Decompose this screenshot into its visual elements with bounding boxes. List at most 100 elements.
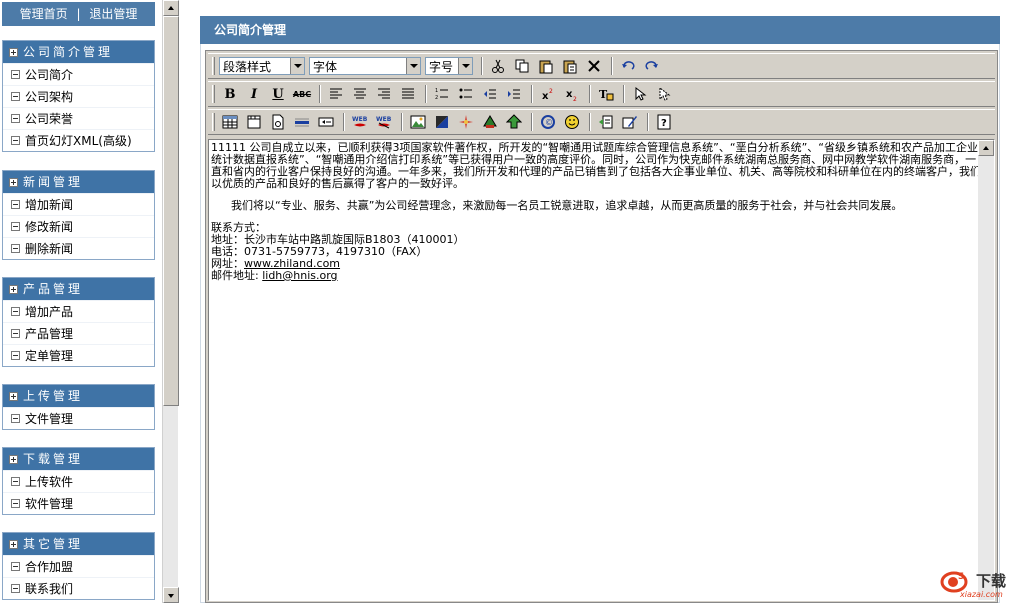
special-char-icon: © xyxy=(541,115,555,129)
subscript-icon: x2 xyxy=(566,89,577,102)
page-title: 公司简介管理 xyxy=(200,16,1000,44)
expand-icon xyxy=(9,47,18,57)
horizontal-rule-button[interactable] xyxy=(291,112,313,132)
email-link[interactable]: lidh@hnis.org xyxy=(262,269,337,282)
toolbar-separator xyxy=(611,57,613,75)
insert-marquee-button[interactable] xyxy=(315,112,337,132)
chevron-down-icon xyxy=(406,58,420,74)
remove-format-button[interactable]: T xyxy=(595,84,617,104)
editor-content[interactable]: 11111 公司自成立以来，已顺利获得3项国家软件著作权，所开发的“智嘲通用试题… xyxy=(211,142,981,282)
align-center-button[interactable] xyxy=(349,84,371,104)
unordered-list-button[interactable] xyxy=(455,84,477,104)
chevron-down-icon xyxy=(290,58,304,74)
align-left-button[interactable] xyxy=(325,84,347,104)
import-word-button[interactable] xyxy=(595,112,617,132)
expand-icon xyxy=(9,391,18,401)
delete-button[interactable] xyxy=(583,56,605,76)
paste-button[interactable] xyxy=(535,56,557,76)
select-pointer-button[interactable] xyxy=(629,84,651,104)
menu-item-manage-products[interactable]: 产品管理 xyxy=(3,322,154,344)
undo-button[interactable] xyxy=(617,56,639,76)
menu-header[interactable]: 公司简介管理 xyxy=(3,41,154,63)
scroll-up-arrow-icon[interactable] xyxy=(163,0,179,16)
paste-text-button[interactable] xyxy=(559,56,581,76)
rich-text-editor: 段落样式 字体 字号 B I U ABC 1 2 x 2 x 2 T WEB W… xyxy=(205,50,998,603)
menu-header[interactable]: 新闻管理 xyxy=(3,171,154,193)
menu-item-company-honors[interactable]: 公司荣誉 xyxy=(3,107,154,129)
editor-toolbar-row-2: B I U ABC 12 x2 x2 T xyxy=(208,81,995,107)
menu-item-software-management[interactable]: 软件管理 xyxy=(3,492,154,514)
scroll-thumb[interactable] xyxy=(163,16,179,406)
scroll-up-arrow-icon[interactable] xyxy=(978,140,994,156)
indent-button[interactable] xyxy=(503,84,525,104)
svg-text:WEB: WEB xyxy=(352,116,368,123)
bold-button[interactable]: B xyxy=(219,84,241,104)
menu-header[interactable]: 上传管理 xyxy=(3,385,154,407)
help-button[interactable]: ? xyxy=(653,112,675,132)
cut-button[interactable] xyxy=(487,56,509,76)
insert-flash-button[interactable] xyxy=(431,112,453,132)
logout-link[interactable]: 退出管理 xyxy=(89,7,137,21)
toolbar-separator xyxy=(623,85,625,103)
menu-item-add-news[interactable]: 增加新闻 xyxy=(3,193,154,215)
copy-button[interactable] xyxy=(511,56,533,76)
underline-button[interactable]: U xyxy=(267,84,289,104)
menu-item-company-structure[interactable]: 公司架构 xyxy=(3,85,154,107)
menu-item-upload-software[interactable]: 上传软件 xyxy=(3,470,154,492)
upload-icon xyxy=(506,114,522,129)
menu-item-edit-news[interactable]: 修改新闻 xyxy=(3,215,154,237)
strikethrough-button[interactable]: ABC xyxy=(291,84,313,104)
insert-web-link-button[interactable]: WEB xyxy=(349,112,371,132)
menu-item-delete-news[interactable]: 删除新闻 xyxy=(3,237,154,259)
redo-button[interactable] xyxy=(641,56,663,76)
admin-home-link[interactable]: 管理首页 xyxy=(20,7,68,21)
outdent-button[interactable] xyxy=(479,84,501,104)
insert-media-button[interactable] xyxy=(455,112,477,132)
editor-scrollbar[interactable] xyxy=(978,140,994,600)
menu-item-contact-us[interactable]: 联系我们 xyxy=(3,577,154,599)
insert-image-button[interactable] xyxy=(407,112,429,132)
insert-frame-button[interactable] xyxy=(243,112,265,132)
subscript-button[interactable]: x2 xyxy=(561,84,583,104)
menu-item-partnership[interactable]: 合作加盟 xyxy=(3,555,154,577)
insert-table-button[interactable] xyxy=(219,112,241,132)
menu-item-file-management[interactable]: 文件管理 xyxy=(3,407,154,429)
collapse-icon xyxy=(11,114,20,123)
edit-source-button[interactable] xyxy=(619,112,641,132)
upload-file-button[interactable] xyxy=(503,112,525,132)
editor-content-area[interactable]: 11111 公司自成立以来，已顺利获得3项国家软件著作权，所开发的“智嘲通用试题… xyxy=(208,139,995,601)
special-chars-button[interactable]: © xyxy=(537,112,559,132)
insert-realplayer-button[interactable] xyxy=(479,112,501,132)
left-frame-scrollbar[interactable] xyxy=(162,0,179,603)
font-select[interactable]: 字体 xyxy=(309,57,421,75)
absolute-position-button[interactable] xyxy=(653,84,675,104)
ordered-list-button[interactable]: 12 xyxy=(431,84,453,104)
pointer-dashed-icon xyxy=(659,86,671,101)
italic-button[interactable]: I xyxy=(243,84,265,104)
scroll-down-arrow-icon[interactable] xyxy=(163,587,179,603)
svg-text:WEB: WEB xyxy=(376,116,392,123)
insert-file-button[interactable] xyxy=(267,112,289,132)
menu-header[interactable]: 其它管理 xyxy=(3,533,154,555)
menu-header[interactable]: 产品管理 xyxy=(3,278,154,300)
toolbar-separator xyxy=(647,113,649,131)
menu-header[interactable]: 下载管理 xyxy=(3,448,154,470)
menu-item-order-management[interactable]: 定单管理 xyxy=(3,344,154,366)
superscript-button[interactable]: x2 xyxy=(537,84,559,104)
paragraph-style-select[interactable]: 段落样式 xyxy=(219,57,305,75)
collapse-icon xyxy=(11,92,20,101)
ordered-list-icon: 12 xyxy=(435,88,448,101)
svg-text:2: 2 xyxy=(549,88,553,95)
copy-icon xyxy=(515,59,529,73)
align-justify-button[interactable] xyxy=(397,84,419,104)
menu-item-slideshow-xml[interactable]: 首页幻灯XML(高级) xyxy=(3,129,154,151)
expand-icon xyxy=(9,539,18,549)
font-size-select[interactable]: 字号 xyxy=(425,57,473,75)
menu-item-add-product[interactable]: 增加产品 xyxy=(3,300,154,322)
toolbar-separator xyxy=(343,113,345,131)
insert-emoticon-button[interactable] xyxy=(561,112,583,132)
align-right-button[interactable] xyxy=(373,84,395,104)
menu-item-company-profile[interactable]: 公司简介 xyxy=(3,63,154,85)
svg-text:1: 1 xyxy=(435,88,438,94)
remove-web-link-button[interactable]: WEB xyxy=(373,112,395,132)
